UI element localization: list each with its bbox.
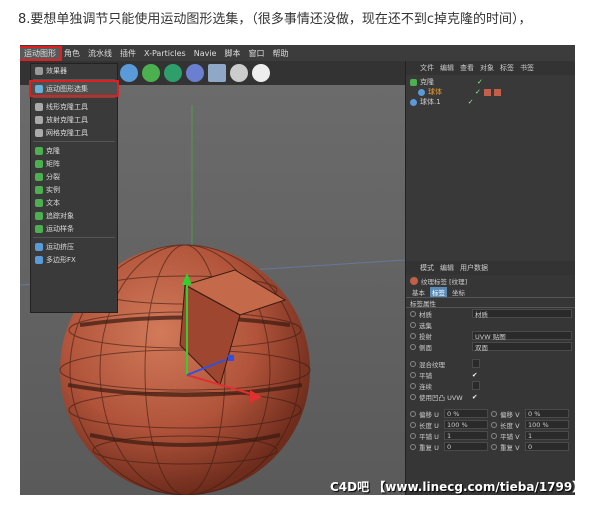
field-material[interactable]: 材质 材质 (406, 308, 575, 319)
field-side[interactable]: 侧面 双面 (406, 341, 575, 352)
menu-help[interactable]: 帮助 (268, 48, 292, 59)
menu-pipeline[interactable]: 流水线 (84, 48, 116, 59)
menu-script[interactable]: 脚本 (220, 48, 244, 59)
menu-item-effector[interactable]: 效果器 (31, 64, 117, 77)
attr-menu-mode[interactable]: 模式 (420, 263, 434, 273)
deformer-icon[interactable] (186, 64, 204, 82)
cinema4d-screenshot: 运动图形 角色 流水线 插件 X-Particles Navie 脚本 窗口 帮… (20, 45, 575, 495)
check-use-uvw-bump[interactable]: 使用凹凸 UVW ✔ (406, 391, 575, 402)
menu-xparticles[interactable]: X-Particles (140, 49, 190, 58)
om-menu-bookmarks[interactable]: 书签 (520, 63, 534, 73)
check-tile[interactable]: 平铺 ✔ (406, 369, 575, 380)
menu-item-text[interactable]: 文本 (31, 196, 117, 209)
object-row-cloner[interactable]: 克隆 ✓ (406, 77, 575, 87)
menu-item-mograph-selection[interactable]: 运动图形选集 (29, 80, 119, 97)
pair-offset[interactable]: 偏移 U0 % 偏移 V0 % (406, 408, 575, 419)
attr-menu-userdata[interactable]: 用户数据 (460, 263, 488, 273)
attr-title-row: 纹理标签 [纹理] (406, 275, 575, 286)
pen-icon[interactable] (142, 64, 160, 82)
menu-item-linear-clone-tool[interactable]: 线形克隆工具 (31, 100, 117, 113)
object-manager-menu: 文件 编辑 查看 对象 标签 书签 (406, 61, 575, 75)
om-menu-edit[interactable]: 编辑 (440, 63, 454, 73)
camera-icon[interactable] (230, 64, 248, 82)
check-mix-textures[interactable]: 混合纹理 (406, 358, 575, 369)
menu-window[interactable]: 窗口 (244, 48, 268, 59)
tab-tag[interactable]: 标签 (430, 286, 447, 297)
caption-text: 8.要想单独调节只能使用运动图形选集，（很多事情还没做，现在还不到c掉克隆的时间… (18, 12, 532, 27)
check-seamless[interactable]: 连续 (406, 380, 575, 391)
om-menu-tags[interactable]: 标签 (500, 63, 514, 73)
mograph-dropdown-menu: 效果器 运动图形选集 线形克隆工具 放射克隆工具 网格克隆工具 克隆 矩阵 分裂… (29, 63, 119, 313)
menu-item-fracture[interactable]: 分裂 (31, 170, 117, 183)
pair-length[interactable]: 长度 U 100 % 长度 V 100 % (406, 419, 575, 430)
object-row-sphere1[interactable]: 球体.1 ✓ (406, 97, 575, 107)
menu-bar: 运动图形 角色 流水线 插件 X-Particles Navie 脚本 窗口 帮… (20, 45, 575, 61)
field-selection[interactable]: 选集 (406, 319, 575, 330)
om-menu-view[interactable]: 查看 (460, 63, 474, 73)
subdivision-icon[interactable] (164, 64, 182, 82)
om-menu-file[interactable]: 文件 (420, 63, 434, 73)
menu-navie[interactable]: Navie (190, 49, 221, 58)
attr-menu-edit[interactable]: 编辑 (440, 263, 454, 273)
menu-item-instance[interactable]: 实例 (31, 183, 117, 196)
attribute-manager: 模式 编辑 用户数据 纹理标签 [纹理] 基本 标签 坐标 标签属性 材质 材质 … (406, 261, 575, 495)
floor-icon[interactable] (208, 64, 226, 82)
menu-item-mospline[interactable]: 运动样条 (31, 222, 117, 235)
menu-character[interactable]: 角色 (60, 48, 84, 59)
section-title: 标签属性 (406, 297, 575, 308)
menu-mograph[interactable]: 运动图形 (20, 45, 62, 61)
pair-tiles[interactable]: 平铺 U 1 平铺 V1 (406, 430, 575, 441)
object-row-sphere[interactable]: 球体 ✓ (406, 87, 575, 97)
om-menu-object[interactable]: 对象 (480, 63, 494, 73)
field-projection[interactable]: 投射 UVW 贴图 (406, 330, 575, 341)
light-icon[interactable] (252, 64, 270, 82)
menu-item-tracer[interactable]: 追踪对象 (31, 209, 117, 222)
menu-item-moextrude[interactable]: 运动挤压 (31, 240, 117, 253)
watermark: C4D吧 【www.linecg.com/tieba/1799】 (330, 480, 575, 494)
menu-item-grid-clone-tool[interactable]: 网格克隆工具 (31, 126, 117, 139)
tab-basic[interactable]: 基本 (410, 287, 427, 297)
menu-plugins[interactable]: 插件 (116, 48, 140, 59)
cube-icon[interactable] (120, 64, 138, 82)
pair-repetitions[interactable]: 重复 U 0 重复 V0 (406, 441, 575, 452)
attr-menu: 模式 编辑 用户数据 (406, 261, 575, 275)
attr-tabs: 基本 标签 坐标 (406, 286, 575, 297)
menu-item-polyfx[interactable]: 多边形FX (31, 253, 117, 266)
menu-item-radial-clone-tool[interactable]: 放射克隆工具 (31, 113, 117, 126)
menu-item-matrix[interactable]: 矩阵 (31, 157, 117, 170)
menu-item-cloner[interactable]: 克隆 (31, 144, 117, 157)
object-list: 克隆 ✓ 球体 ✓ 球体.1 ✓ (406, 75, 575, 107)
tab-coordinates[interactable]: 坐标 (450, 287, 467, 297)
right-panel: 文件 编辑 查看 对象 标签 书签 克隆 ✓ 球体 ✓ 球体.1 ✓ 模式 编辑 用户… (405, 61, 575, 495)
